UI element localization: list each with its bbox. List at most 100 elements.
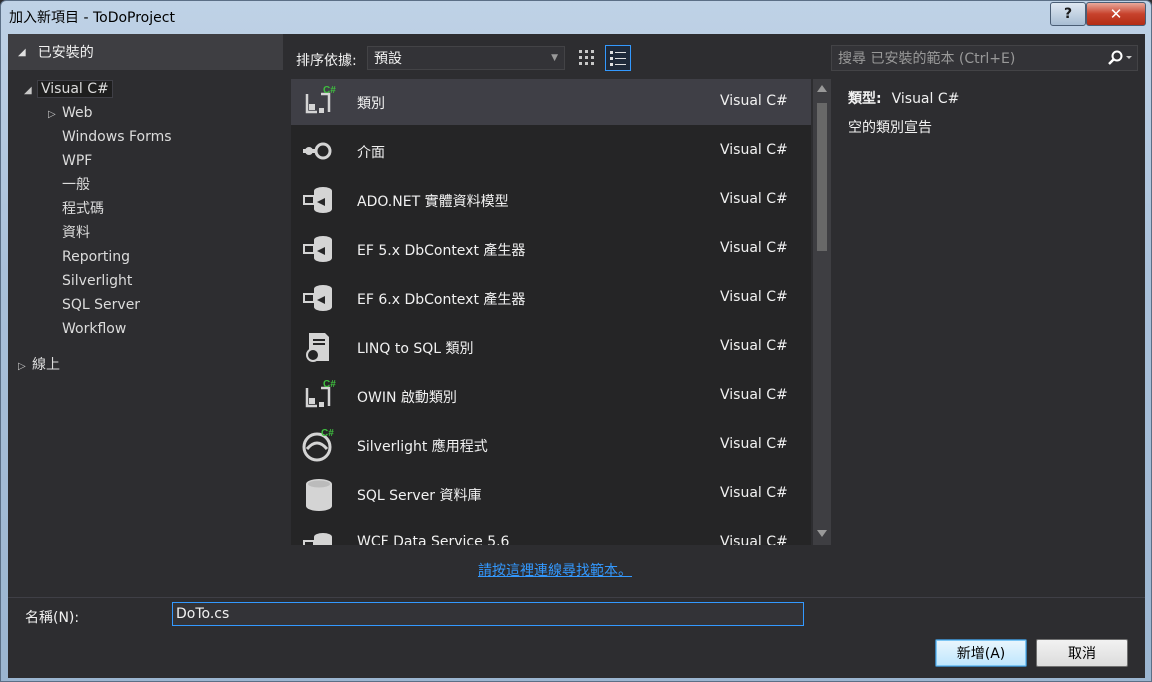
template-row[interactable]: ADO.NET 實體資料模型 Visual C# <box>291 177 811 223</box>
database-icon <box>299 476 339 512</box>
template-name: EF 6.x DbContext 產生器 <box>357 292 526 308</box>
tree-item-label: 程式碼 <box>62 201 104 217</box>
template-name: SQL Server 資料庫 <box>357 488 482 504</box>
template-name: 介面 <box>357 145 385 161</box>
linq-to-sql-icon <box>299 329 339 365</box>
dbcontext-generator-icon <box>299 231 339 267</box>
template-row[interactable]: LINQ to SQL 類別 Visual C# <box>291 324 811 370</box>
tree-item-label: Visual C# <box>37 80 113 98</box>
template-language: Visual C# <box>720 338 788 354</box>
close-button[interactable]: ✕ <box>1086 2 1146 26</box>
template-language: Visual C# <box>720 387 788 403</box>
online-templates-link[interactable]: 請按這裡連線尋找範本。 <box>478 560 632 580</box>
help-button[interactable]: ? <box>1050 2 1086 26</box>
collapsed-triangle-icon[interactable]: ▷ <box>18 356 32 378</box>
template-language: Visual C# <box>720 93 788 109</box>
template-row[interactable]: 介面 Visual C# <box>291 128 811 174</box>
expanded-triangle-icon[interactable]: ◢ <box>24 80 38 102</box>
svg-text:C#: C# <box>323 85 336 96</box>
template-list[interactable]: C# 類別 Visual C# 介面 Visual C# ADO.NET 實體資料模型 Vi… <box>291 79 811 545</box>
tree-item-label: WPF <box>62 153 93 169</box>
list-view-icon <box>610 51 626 66</box>
tree-header-label: 已安裝的 <box>37 45 94 61</box>
dialog-client: ◢ 已安裝的 ◢ Visual C# ▷ Web Windows Forms WPF 一般程… <box>8 34 1145 678</box>
template-search-box[interactable]: 搜尋 已安裝的範本 (Ctrl+E) <box>831 45 1138 71</box>
silverlight-icon: C# <box>299 427 339 463</box>
tree-item[interactable]: Silverlight <box>48 270 132 292</box>
tree-item-online[interactable]: ▷ 線上 <box>18 354 60 376</box>
tree-item[interactable]: 資料 <box>48 222 90 244</box>
template-language: Visual C# <box>720 436 788 452</box>
template-description: 空的類別宣告 <box>848 120 932 136</box>
tree-item[interactable]: WPF <box>48 150 92 172</box>
template-name: ADO.NET 實體資料模型 <box>357 194 509 210</box>
tree-item[interactable]: 程式碼 <box>48 198 104 220</box>
template-name: WCF Data Service 5.6 <box>357 534 510 545</box>
tree-item[interactable]: Workflow <box>48 318 126 340</box>
template-row[interactable]: C# OWIN 啟動類別 Visual C# <box>291 373 811 419</box>
template-row[interactable]: SQL Server 資料庫 Visual C# <box>291 471 811 517</box>
template-language: Visual C# <box>720 240 788 256</box>
tree-item[interactable]: ▷ Web <box>48 102 93 124</box>
template-language: Visual C# <box>720 142 788 158</box>
template-name: Silverlight 應用程式 <box>357 439 488 455</box>
chevron-down-icon: ▼ <box>551 53 558 63</box>
template-language: Visual C# <box>720 289 788 305</box>
type-value: Visual C# <box>891 91 960 107</box>
tree-item-label: Web <box>62 105 93 121</box>
template-row[interactable]: C# 類別 Visual C# <box>291 79 811 125</box>
search-icon[interactable] <box>1107 50 1133 66</box>
sort-value: 預設 <box>374 51 402 67</box>
tree-item-label: 一般 <box>62 177 90 193</box>
add-button[interactable]: 新增(A) <box>935 639 1027 667</box>
tree-item[interactable]: 一般 <box>48 174 90 196</box>
window-title: 加入新項目 - ToDoProject <box>9 10 175 26</box>
svg-text:C#: C# <box>321 428 334 439</box>
interface-icon <box>299 133 339 169</box>
entity-model-icon <box>299 182 339 218</box>
template-row[interactable]: C# Silverlight 應用程式 Visual C# <box>291 422 811 468</box>
type-label: 類型: <box>848 91 882 107</box>
template-language: Visual C# <box>720 191 788 207</box>
svg-text:C#: C# <box>323 379 336 390</box>
tree-item[interactable]: SQL Server <box>48 294 140 316</box>
tree-item-label: Silverlight <box>62 273 133 289</box>
template-language: Visual C# <box>720 485 788 501</box>
tree-item-label: 線上 <box>32 357 60 373</box>
medium-icons-view-button[interactable] <box>605 45 631 71</box>
template-language: Visual C# <box>720 534 788 545</box>
tree-item-label: Windows Forms <box>62 129 172 145</box>
name-label: 名稱(N): <box>25 610 80 626</box>
tree-item[interactable]: ◢ Visual C# <box>24 78 113 102</box>
template-name: LINQ to SQL 類別 <box>357 341 474 357</box>
template-row[interactable]: EF 6.x DbContext 產生器 Visual C# <box>291 275 811 321</box>
window-frame: 加入新項目 - ToDoProject ? ✕ ◢ 已安裝的 ◢ Visual C… <box>0 0 1152 682</box>
scrollbar-thumb[interactable] <box>817 103 827 251</box>
template-name: EF 5.x DbContext 產生器 <box>357 243 526 259</box>
template-list-scrollbar[interactable] <box>813 79 831 545</box>
tree-item[interactable]: Windows Forms <box>48 126 172 148</box>
tree-item-label: SQL Server <box>62 297 141 313</box>
scroll-up-icon[interactable] <box>817 85 827 92</box>
search-placeholder: 搜尋 已安裝的範本 (Ctrl+E) <box>838 51 1016 67</box>
grid-view-icon <box>579 50 594 65</box>
tree-item[interactable]: Reporting <box>48 246 130 268</box>
tree-item-label: Reporting <box>62 249 131 265</box>
sort-dropdown[interactable]: 預設 ▼ <box>367 46 565 70</box>
dbcontext-generator-icon <box>299 280 339 316</box>
template-row[interactable]: EF 5.x DbContext 產生器 Visual C# <box>291 226 811 272</box>
class-cs-icon: C# <box>299 378 339 414</box>
name-field[interactable] <box>172 602 804 626</box>
template-name: 類別 <box>357 96 385 112</box>
tree-item-label: 資料 <box>62 225 90 241</box>
collapsed-triangle-icon[interactable]: ▷ <box>48 104 62 126</box>
small-icons-view-button[interactable] <box>574 45 600 71</box>
template-type: 類型: Visual C# <box>848 88 959 108</box>
scroll-down-icon[interactable] <box>817 530 827 537</box>
template-row[interactable]: WCF Data Service 5.6 Visual C# <box>291 520 811 545</box>
cancel-button[interactable]: 取消 <box>1036 639 1128 667</box>
tree-item-label: Workflow <box>62 321 127 337</box>
class-cs-icon: C# <box>299 84 339 120</box>
data-service-icon <box>299 525 339 545</box>
tree-header-installed[interactable]: ◢ 已安裝的 <box>8 34 283 70</box>
